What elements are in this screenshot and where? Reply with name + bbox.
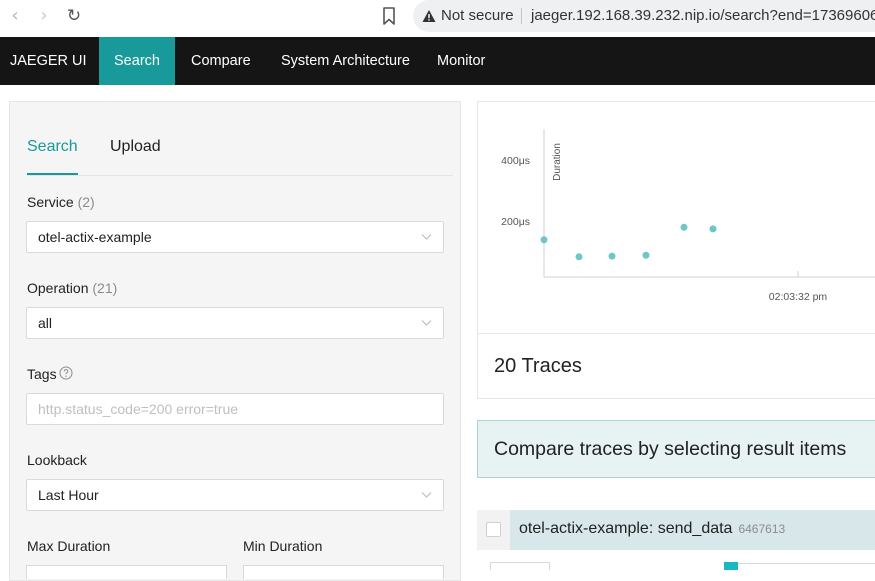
chevron-down-icon [421, 320, 432, 326]
min-duration-label: Min Duration [243, 538, 323, 554]
scatter-point[interactable] [540, 236, 548, 244]
trace-id: 6467613 [738, 522, 786, 536]
scatter-point[interactable] [709, 225, 717, 233]
url-divider [521, 8, 522, 24]
scatter-point[interactable] [575, 253, 583, 261]
trace-select-checkbox[interactable] [486, 522, 501, 537]
brand-logo[interactable]: JAEGER UI [10, 37, 87, 85]
lookback-select[interactable]: Last Hour [26, 479, 444, 511]
lookback-label: Lookback [27, 452, 87, 468]
operation-value: all [38, 315, 53, 331]
compare-hint-text: Compare traces by selecting result items [494, 438, 847, 460]
x-tick-label: 02:03:32 pm [769, 291, 828, 303]
tab-upload[interactable]: Upload [110, 138, 161, 156]
compare-hint-banner: Compare traces by selecting result items [477, 420, 875, 478]
tags-input[interactable] [26, 393, 444, 425]
scatter-point[interactable] [680, 223, 688, 231]
chevron-down-icon [421, 234, 432, 240]
search-form-panel: Search Upload Service (2) otel-actix-exa… [9, 101, 461, 581]
scatter-points [540, 223, 717, 261]
warning-triangle-icon [422, 10, 436, 22]
trace-count-title: 20 Traces [494, 355, 582, 377]
scatter-point[interactable] [642, 251, 650, 259]
trace-count-card: 20 Traces [477, 334, 875, 399]
service-select[interactable]: otel-actix-example [26, 221, 444, 253]
browser-toolbar: ‹ › ↻ Not secure jaeger.192.168.39.232.n… [0, 0, 875, 36]
active-tab-indicator [27, 173, 78, 175]
nav-item-monitor[interactable]: Monitor [437, 37, 485, 85]
address-bar[interactable]: Not secure jaeger.192.168.39.232.nip.io/… [413, 0, 875, 32]
service-count: (2) [77, 194, 95, 210]
forward-icon[interactable]: › [34, 6, 54, 26]
trace-duration-chart-card: Duration 400μs 200μs 02:03:32 pm [477, 101, 875, 334]
chevron-down-icon [421, 492, 432, 498]
y-tick-label: 200μs [501, 216, 530, 228]
min-duration-input[interactable] [243, 565, 444, 579]
trace-result-header[interactable]: otel-actix-example: send_data 6467613 [510, 510, 875, 550]
trace-timeline-track [738, 563, 875, 564]
y-tick-label: 400μs [501, 155, 530, 167]
trace-name[interactable]: otel-actix-example: send_data [519, 520, 732, 537]
lookback-value: Last Hour [38, 487, 99, 503]
operation-count: (21) [92, 280, 118, 296]
nav-item-search[interactable]: Search [99, 37, 175, 85]
trace-duration-scatter-chart: Duration 400μs 200μs 02:03:32 pm [501, 129, 875, 303]
scatter-point[interactable] [608, 252, 616, 260]
operation-select[interactable]: all [26, 307, 444, 339]
trace-result-item[interactable]: otel-actix-example: send_data 6467613 [477, 510, 875, 550]
operation-label: Operation (21) [27, 280, 117, 296]
service-label-text: Service [27, 194, 74, 210]
search-tabs: Search Upload [27, 138, 453, 176]
service-label: Service (2) [27, 194, 95, 210]
trace-result-body [477, 550, 875, 570]
max-duration-input[interactable] [26, 565, 227, 579]
operation-label-text: Operation [27, 280, 89, 296]
service-value: otel-actix-example [38, 229, 152, 245]
question-circle-icon[interactable] [59, 366, 73, 380]
nav-item-compare[interactable]: Compare [191, 37, 251, 85]
max-duration-label: Max Duration [27, 538, 111, 554]
y-axis-label: Duration [552, 143, 563, 181]
security-status[interactable]: Not secure [441, 7, 514, 24]
bookmark-icon[interactable] [381, 6, 397, 26]
nav-item-system-architecture[interactable]: System Architecture [281, 37, 410, 85]
tab-search[interactable]: Search [27, 138, 78, 156]
tags-label: Tags [27, 366, 57, 382]
url-text[interactable]: jaeger.192.168.39.232.nip.io/search?end=… [531, 7, 875, 24]
trace-result-title: otel-actix-example: send_data 6467613 [519, 520, 785, 538]
back-icon[interactable]: ‹ [5, 6, 25, 26]
reload-icon[interactable]: ↻ [64, 6, 84, 26]
top-navigation: JAEGER UI Search Compare System Architec… [0, 37, 875, 85]
